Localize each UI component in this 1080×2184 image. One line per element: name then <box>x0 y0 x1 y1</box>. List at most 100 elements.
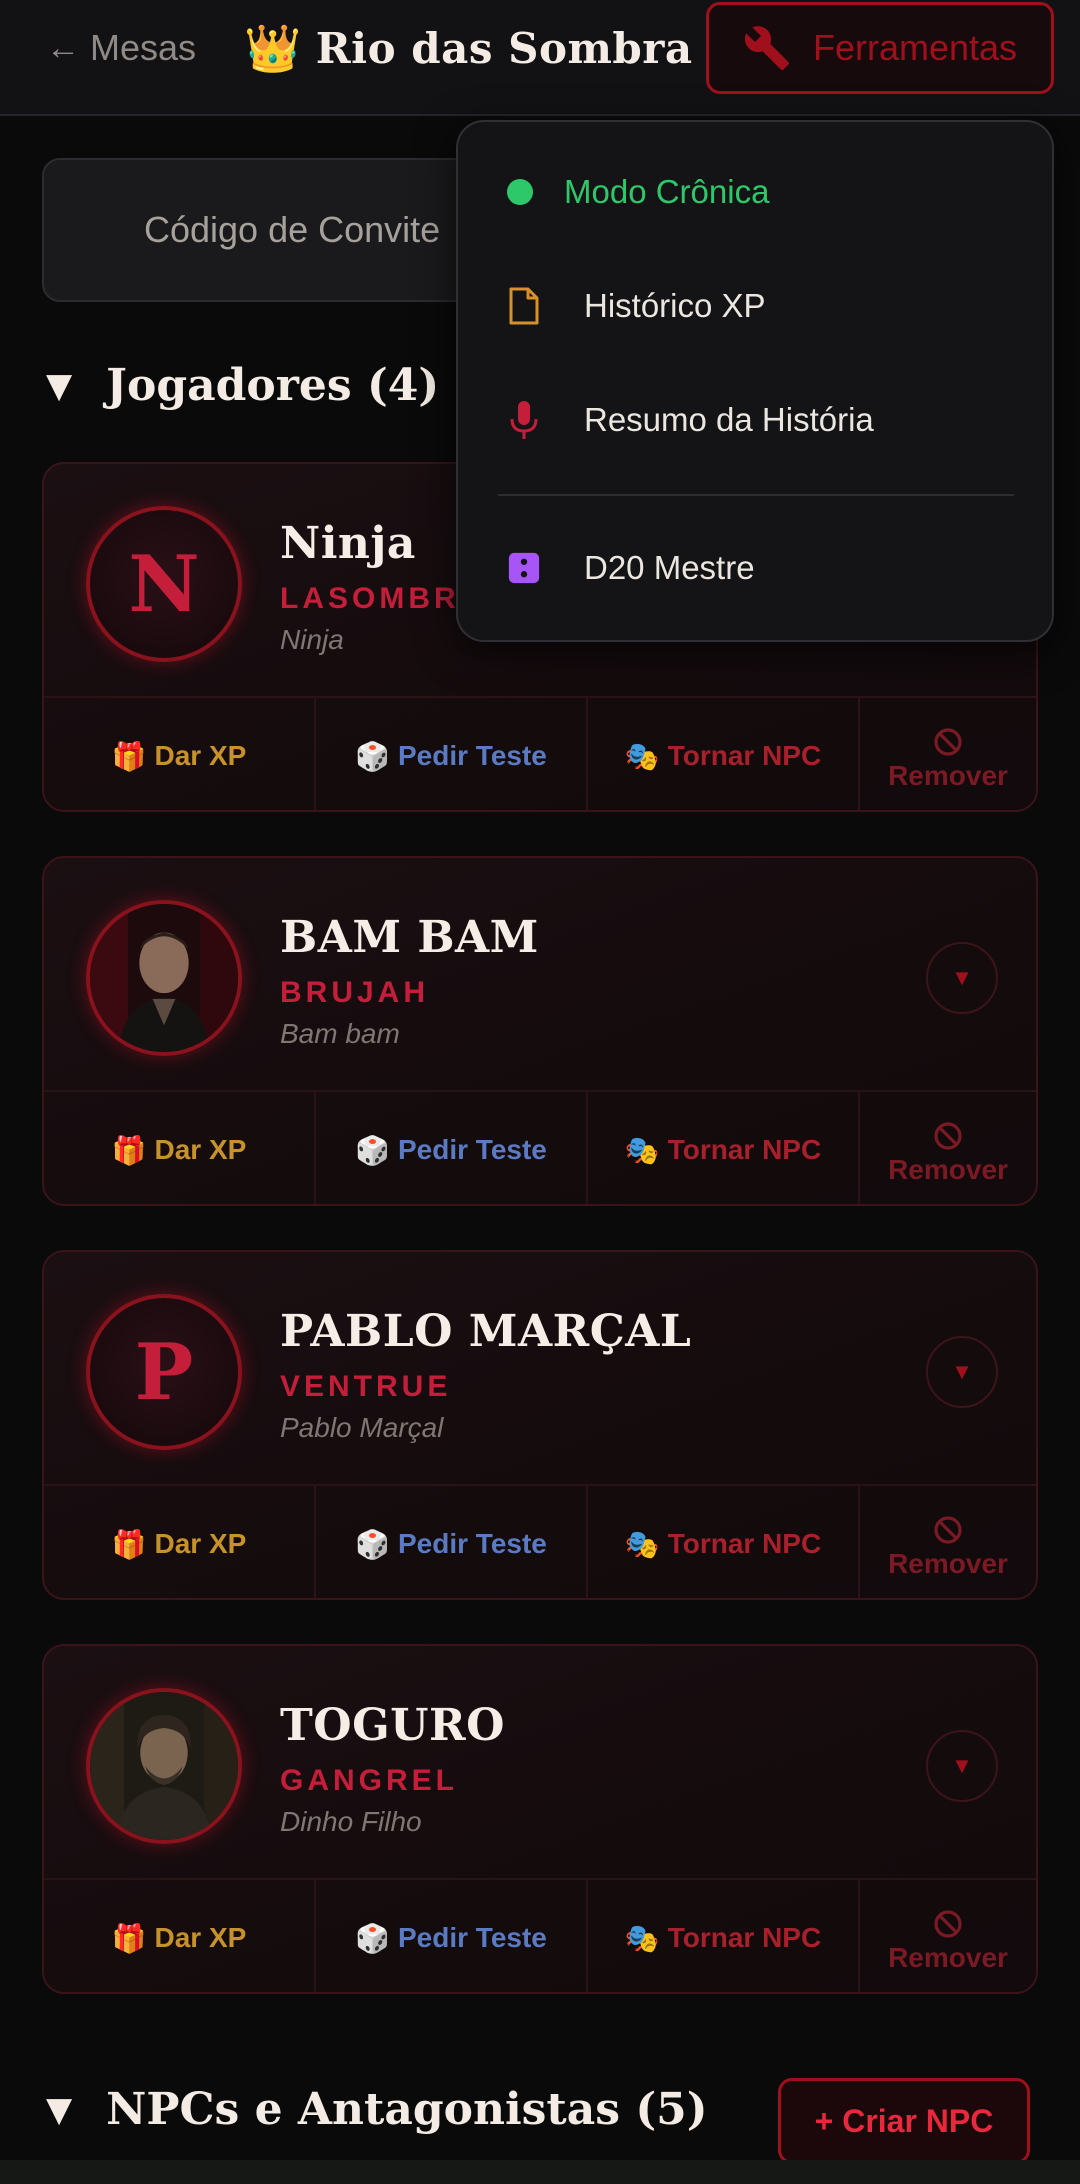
request-test-button[interactable]: 🎲 Pedir Teste <box>316 1486 588 1598</box>
create-npc-button[interactable]: + Criar NPC <box>778 2078 1030 2164</box>
player-name: Pablo Marçal <box>280 1412 444 1443</box>
expand-card-button[interactable]: ▼ <box>926 1336 998 1408</box>
tools-dropdown-menu: Modo Crônica Histórico XP Resumo da Hist… <box>456 120 1054 642</box>
make-npc-button[interactable]: 🎭 Tornar NPC <box>588 698 860 810</box>
avatar: P <box>86 1294 242 1450</box>
crown-icon: 👑 <box>244 21 302 74</box>
avatar <box>86 1688 242 1844</box>
masks-icon: 🎭 <box>624 1528 660 1560</box>
card-actions: 🎁 Dar XP 🎲 Pedir Teste 🎭 Tornar NPC Remo… <box>44 1484 1036 1598</box>
give-xp-label: Dar XP <box>154 1922 247 1953</box>
masks-icon: 🎭 <box>624 740 660 772</box>
menu-divider <box>498 494 1014 496</box>
menu-item-label: Modo Crônica <box>564 173 770 210</box>
menu-item-d20-master[interactable]: D20 Mestre <box>458 528 1052 608</box>
make-npc-button[interactable]: 🎭 Tornar NPC <box>588 1880 860 1992</box>
gift-icon: 🎁 <box>111 740 147 772</box>
remove-label: Remover <box>888 1154 1008 1185</box>
wrench-icon <box>744 26 789 70</box>
dice-icon: 🎲 <box>355 1528 390 1560</box>
back-label: Mesas <box>90 27 197 68</box>
card-actions: 🎁 Dar XP 🎲 Pedir Teste 🎭 Tornar NPC Remo… <box>44 1878 1036 1992</box>
menu-item-label: D20 Mestre <box>584 549 755 586</box>
player-name: Dinho Filho <box>280 1806 422 1837</box>
gift-icon: 🎁 <box>111 1922 147 1954</box>
give-xp-label: Dar XP <box>154 1134 247 1165</box>
player-card: TOGURO GANGREL Dinho Filho ▼ 🎁 Dar XP 🎲 … <box>42 1644 1038 1994</box>
avatar-initial: N <box>128 538 200 630</box>
menu-item-xp-history[interactable]: Histórico XP <box>458 266 1052 346</box>
request-test-button[interactable]: 🎲 Pedir Teste <box>316 1880 588 1992</box>
players-section-header[interactable]: ▼ Jogadores (4) <box>46 360 439 411</box>
gift-icon: 🎁 <box>111 1134 147 1166</box>
request-test-button[interactable]: 🎲 Pedir Teste <box>316 1092 588 1204</box>
microphone-icon <box>508 400 540 440</box>
give-xp-button[interactable]: 🎁 Dar XP <box>44 1880 316 1992</box>
give-xp-button[interactable]: 🎁 Dar XP <box>44 698 316 810</box>
dice-icon: 🎲 <box>355 1922 390 1954</box>
back-to-tables-link[interactable]: ← Mesas <box>46 24 196 72</box>
make-npc-label: Tornar NPC <box>667 1922 822 1953</box>
remove-button[interactable]: Remover <box>860 1486 1036 1598</box>
character-clan: VENTRUE <box>280 1370 452 1403</box>
top-bar: ← Mesas 👑 Rio das Sombra Ferramentas <box>0 0 1080 116</box>
give-xp-label: Dar XP <box>154 740 247 771</box>
player-card: BAM BAM BRUJAH Bam bam ▼ 🎁 Dar XP 🎲 Pedi… <box>42 856 1038 1206</box>
request-test-label: Pedir Teste <box>398 1528 547 1559</box>
remove-label: Remover <box>888 760 1008 791</box>
avatar-initial: P <box>134 1326 194 1418</box>
give-xp-label: Dar XP <box>154 1528 247 1559</box>
dice-icon: 🎲 <box>355 1134 390 1166</box>
remove-button[interactable]: Remover <box>860 698 1036 810</box>
give-xp-button[interactable]: 🎁 Dar XP <box>44 1486 316 1598</box>
prohibited-icon <box>934 1910 962 1938</box>
remove-button[interactable]: Remover <box>860 1092 1036 1204</box>
make-npc-label: Tornar NPC <box>667 740 822 771</box>
tools-label: Ferramentas <box>812 27 1018 68</box>
portrait-image <box>90 904 238 1052</box>
prohibited-icon <box>934 1122 962 1150</box>
character-clan: LASOMBRA <box>280 582 486 615</box>
document-icon <box>508 286 540 326</box>
die-icon <box>508 548 540 588</box>
masks-icon: 🎭 <box>624 1922 660 1954</box>
player-name: Ninja <box>280 624 344 655</box>
give-xp-button[interactable]: 🎁 Dar XP <box>44 1092 316 1204</box>
character-name: Ninja <box>280 518 416 569</box>
remove-label: Remover <box>888 1942 1008 1973</box>
character-clan: GANGREL <box>280 1764 458 1797</box>
request-test-label: Pedir Teste <box>398 1134 547 1165</box>
players-section-title: Jogadores (4) <box>106 360 440 411</box>
character-clan: BRUJAH <box>280 976 430 1009</box>
dice-icon: 🎲 <box>355 740 390 772</box>
avatar <box>86 900 242 1056</box>
card-actions: 🎁 Dar XP 🎲 Pedir Teste 🎭 Tornar NPC Remo… <box>44 1090 1036 1204</box>
make-npc-label: Tornar NPC <box>667 1134 822 1165</box>
avatar: N <box>86 506 242 662</box>
gift-icon: 🎁 <box>111 1528 147 1560</box>
collapse-triangle-icon: ▼ <box>46 2089 73 2130</box>
character-name: BAM BAM <box>280 912 539 963</box>
make-npc-label: Tornar NPC <box>667 1528 822 1559</box>
invite-code-label: Código de Convite <box>144 209 441 250</box>
player-card: P PABLO MARÇAL VENTRUE Pablo Marçal ▼ 🎁 … <box>42 1250 1038 1600</box>
remove-label: Remover <box>888 1548 1008 1579</box>
chronicle-title: Rio das Sombra <box>315 23 693 73</box>
menu-item-label: Histórico XP <box>584 287 766 324</box>
make-npc-button[interactable]: 🎭 Tornar NPC <box>588 1092 860 1204</box>
request-test-button[interactable]: 🎲 Pedir Teste <box>316 698 588 810</box>
menu-item-chronicle-mode[interactable]: Modo Crônica <box>458 152 1052 232</box>
npcs-section-header[interactable]: ▼ NPCs e Antagonistas (5) <box>46 2084 708 2135</box>
back-arrow-icon: ← <box>46 28 80 67</box>
remove-button[interactable]: Remover <box>860 1880 1036 1992</box>
character-name: PABLO MARÇAL <box>280 1306 692 1357</box>
tools-button[interactable]: Ferramentas <box>706 2 1054 94</box>
expand-card-button[interactable]: ▼ <box>926 942 998 1014</box>
expand-card-button[interactable]: ▼ <box>926 1730 998 1802</box>
make-npc-button[interactable]: 🎭 Tornar NPC <box>588 1486 860 1598</box>
portrait-image <box>90 1692 238 1840</box>
green-dot-icon <box>504 172 536 212</box>
prohibited-icon <box>934 1516 962 1544</box>
menu-item-story-summary[interactable]: Resumo da História <box>458 380 1052 460</box>
prohibited-icon <box>934 728 962 756</box>
